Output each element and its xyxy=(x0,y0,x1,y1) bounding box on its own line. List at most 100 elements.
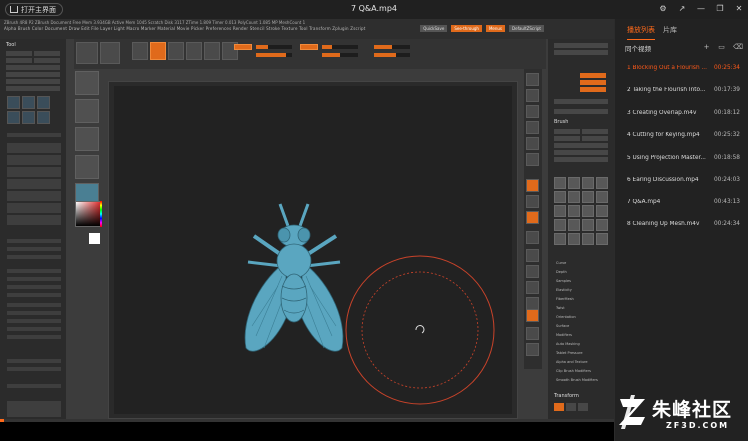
file-title: 7 Q&A.mp4 xyxy=(350,4,397,13)
subtool-row xyxy=(7,215,61,225)
brush-grid xyxy=(554,177,608,255)
zoom-button xyxy=(526,121,539,134)
extract-row xyxy=(7,335,61,339)
mrgb-slider xyxy=(256,45,292,49)
progress-area xyxy=(0,419,614,441)
tool-thumb xyxy=(7,111,20,124)
playlist-item[interactable]: 4 Cutting for Keying.mp4 00:25:32 xyxy=(615,126,748,146)
split-row xyxy=(7,303,61,307)
delete-icon[interactable]: ⌫ xyxy=(733,44,743,51)
restore-icon[interactable]: ❐ xyxy=(715,3,725,14)
playlist-item[interactable]: 6 Earing Discussion.mp4 00:24:03 xyxy=(615,171,748,191)
add-folder-icon[interactable]: ▭ xyxy=(718,44,725,51)
lightbox-brushes-button xyxy=(554,157,608,162)
transp-button xyxy=(526,327,539,340)
subtool-row xyxy=(7,191,61,201)
merge-row xyxy=(7,311,61,315)
add-file-icon[interactable]: + xyxy=(703,44,710,51)
video-viewport[interactable]: ZBrush 4R8 P2 ZBrush Document Free Mem 3… xyxy=(0,19,614,419)
delete-row xyxy=(7,285,61,289)
playlist-item-name: 1 Blocking Out a Flourish ... xyxy=(627,65,707,71)
subtool-row xyxy=(7,155,61,165)
progress-bar[interactable] xyxy=(0,419,614,422)
focal-shift-slider xyxy=(374,45,410,49)
playlist-item-name: 6 Earing Discussion.mp4 xyxy=(627,177,699,183)
actual-button xyxy=(526,137,539,150)
projection-shell-row xyxy=(7,359,61,363)
bpr-button xyxy=(526,73,539,86)
active-points-readout xyxy=(434,45,484,49)
load-brush-button xyxy=(554,129,580,134)
stroke-thumb xyxy=(75,99,99,123)
playlist-item-name: 2 Taking the Flourish Into... xyxy=(627,87,706,93)
brush-subpalette-elasticity: Elasticity xyxy=(556,288,572,292)
projection-master-button xyxy=(76,42,98,64)
brush-subpalette-smooth-modifiers: Smooth Brush Modifiers xyxy=(556,378,598,382)
brush-palette-title: Brush xyxy=(554,119,569,125)
brush-subpalette-depth: Depth xyxy=(556,270,567,274)
tab-library[interactable]: 片库 xyxy=(663,25,677,35)
xyz-button xyxy=(526,231,539,244)
brush-cursor xyxy=(345,255,495,405)
playlist-item-name: 7 Q&A.mp4 xyxy=(627,199,661,205)
playlist-item-duration: 00:43:13 xyxy=(713,199,740,205)
zbrush-menubar: ZBrush 4R8 P2 ZBrush Document Free Mem 3… xyxy=(0,19,614,39)
playlist-item[interactable]: 1 Blocking Out a Flourish ... 00:25:34 xyxy=(615,59,748,79)
zbrush-canvas xyxy=(114,86,512,414)
zbrush-top-tags: QuickSave See-through Menus DefaultZScri… xyxy=(420,25,544,32)
zf3d-logo-icon xyxy=(619,395,645,429)
watermark: 朱峰社区 ZF3D.COM xyxy=(612,391,748,437)
curve-functions-button xyxy=(554,50,608,55)
brush-subpalette-twist: Twist xyxy=(556,306,565,310)
edit-button xyxy=(150,42,166,60)
tab-playlist[interactable]: 播放列表 xyxy=(627,25,655,35)
close-icon[interactable]: ✕ xyxy=(734,3,744,14)
playlist-item[interactable]: 7 Q&A.mp4 00:43:13 xyxy=(615,193,748,213)
zbrush-top-shelf xyxy=(74,39,546,69)
playlist-item[interactable]: 5 Using Projection Master... 00:18:58 xyxy=(615,149,748,169)
skin-icon[interactable]: ⚙ xyxy=(658,3,668,14)
clone-button xyxy=(6,65,60,70)
insert-row xyxy=(7,277,61,281)
playlist-header: 同个视频 + ▭ ⌫ xyxy=(615,41,748,55)
curve-modifiers-button xyxy=(554,99,608,104)
watermark-text: 朱峰社区 xyxy=(652,399,733,421)
tool-thumb xyxy=(22,96,35,109)
transform-palette-title: Transform xyxy=(554,393,579,399)
border-toggle xyxy=(580,73,606,78)
floor-button xyxy=(526,195,539,208)
default-zscript-tag: DefaultZScript xyxy=(509,25,544,32)
tool-thumb xyxy=(37,96,50,109)
move-button xyxy=(186,42,202,60)
transform-btn xyxy=(578,403,588,411)
subtool-header xyxy=(7,133,61,137)
intersection-toggle xyxy=(580,80,606,85)
local-button xyxy=(526,211,539,224)
tab-underline xyxy=(627,39,655,40)
create-insertmesh-button xyxy=(554,143,608,148)
remesh-row xyxy=(7,319,61,323)
window-controls: ⚙ ↗ — ❐ ✕ xyxy=(658,3,744,14)
brush-subpalette-curve: Curve xyxy=(556,261,567,265)
brush-thumb xyxy=(75,71,99,95)
rgb-intensity-slider xyxy=(256,53,292,57)
minimize-icon[interactable]: — xyxy=(696,3,706,14)
brush-subpalette-fibermesh: FiberMesh xyxy=(556,297,574,301)
selectrect-button xyxy=(582,136,608,141)
project-row xyxy=(7,327,61,331)
spix-button xyxy=(526,89,539,102)
draw-size-slider xyxy=(374,53,410,57)
zsub-slider xyxy=(322,45,358,49)
playlist-item[interactable]: 8 Cleaning Up Mesh.m4v 00:24:34 xyxy=(615,215,748,235)
zbrush-info-line: ZBrush 4R8 P2 ZBrush Document Free Mem 3… xyxy=(4,20,306,25)
brush-subpalette-clip-modifiers: Clip Brush Modifiers xyxy=(556,369,591,373)
brush-subpalette-tablet-pressure: Tablet Pressure xyxy=(556,351,583,355)
share-icon[interactable]: ↗ xyxy=(677,3,687,14)
export-button xyxy=(34,58,60,63)
subtool-row xyxy=(7,203,61,213)
playlist-tabs: 播放列表 片库 xyxy=(615,19,748,41)
playlist-item-name: 4 Cutting for Keying.mp4 xyxy=(627,132,700,138)
subtool-row xyxy=(7,179,61,189)
playlist-item[interactable]: 3 Creating Overlap.m4v 00:18:12 xyxy=(615,104,748,124)
playlist-item[interactable]: 2 Taking the Flourish Into... 00:17:39 xyxy=(615,81,748,101)
